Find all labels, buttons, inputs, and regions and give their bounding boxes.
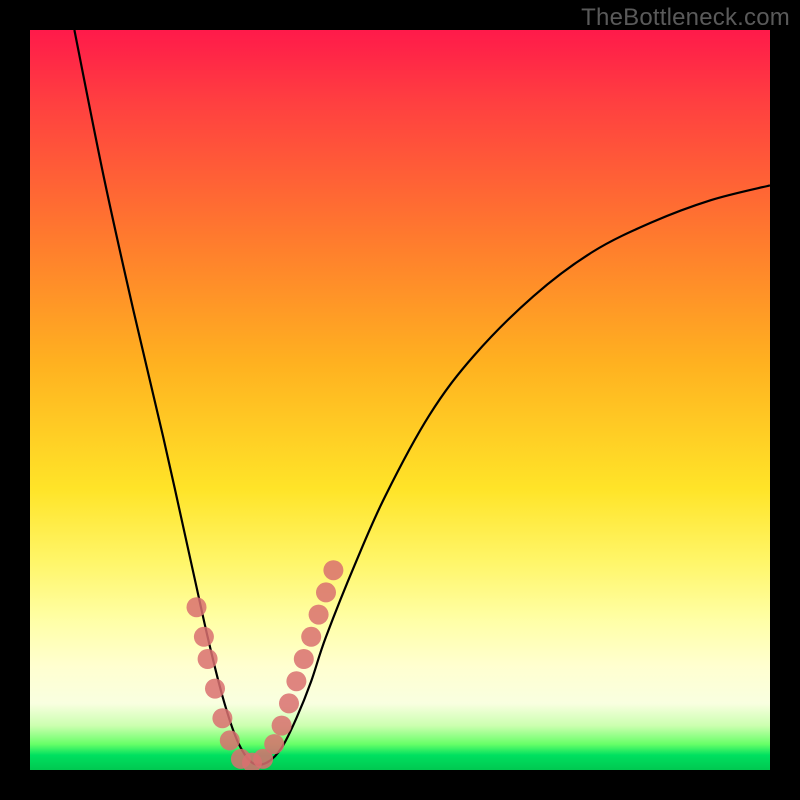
marker-dot (316, 582, 336, 602)
marker-dot (279, 693, 299, 713)
marker-group (187, 560, 344, 770)
chart-frame: TheBottleneck.com (0, 0, 800, 800)
marker-dot (323, 560, 343, 580)
marker-dot (205, 679, 225, 699)
marker-dot (294, 649, 314, 669)
marker-dot (198, 649, 218, 669)
marker-dot (194, 627, 214, 647)
marker-dot (264, 734, 284, 754)
watermark-text: TheBottleneck.com (581, 4, 790, 32)
marker-dot (212, 708, 232, 728)
marker-dot (187, 597, 207, 617)
plot-area (30, 30, 770, 770)
marker-dot (272, 716, 292, 736)
marker-dot (301, 627, 321, 647)
bottleneck-curve (74, 30, 770, 765)
marker-dot (286, 671, 306, 691)
curve-layer (30, 30, 770, 770)
marker-dot (309, 605, 329, 625)
marker-dot (220, 730, 240, 750)
